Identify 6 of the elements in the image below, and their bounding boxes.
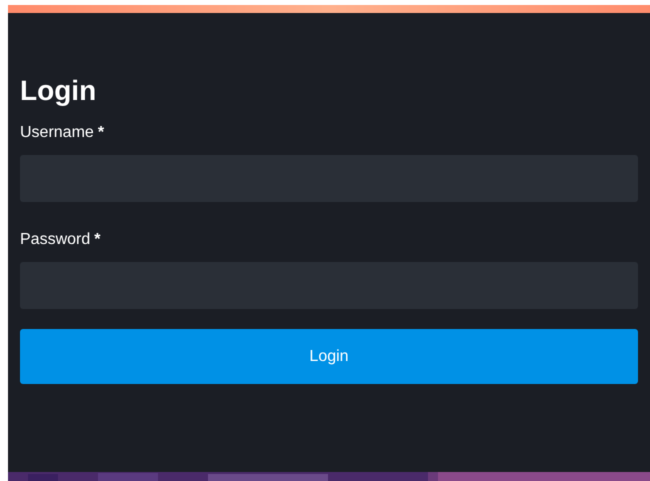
field-label: Username [20, 123, 94, 143]
field-label: Password [20, 230, 90, 250]
required-mark: * [94, 230, 100, 250]
login-button[interactable]: Login [20, 329, 638, 384]
required-mark: * [98, 123, 104, 143]
login-title: Login [20, 75, 96, 107]
